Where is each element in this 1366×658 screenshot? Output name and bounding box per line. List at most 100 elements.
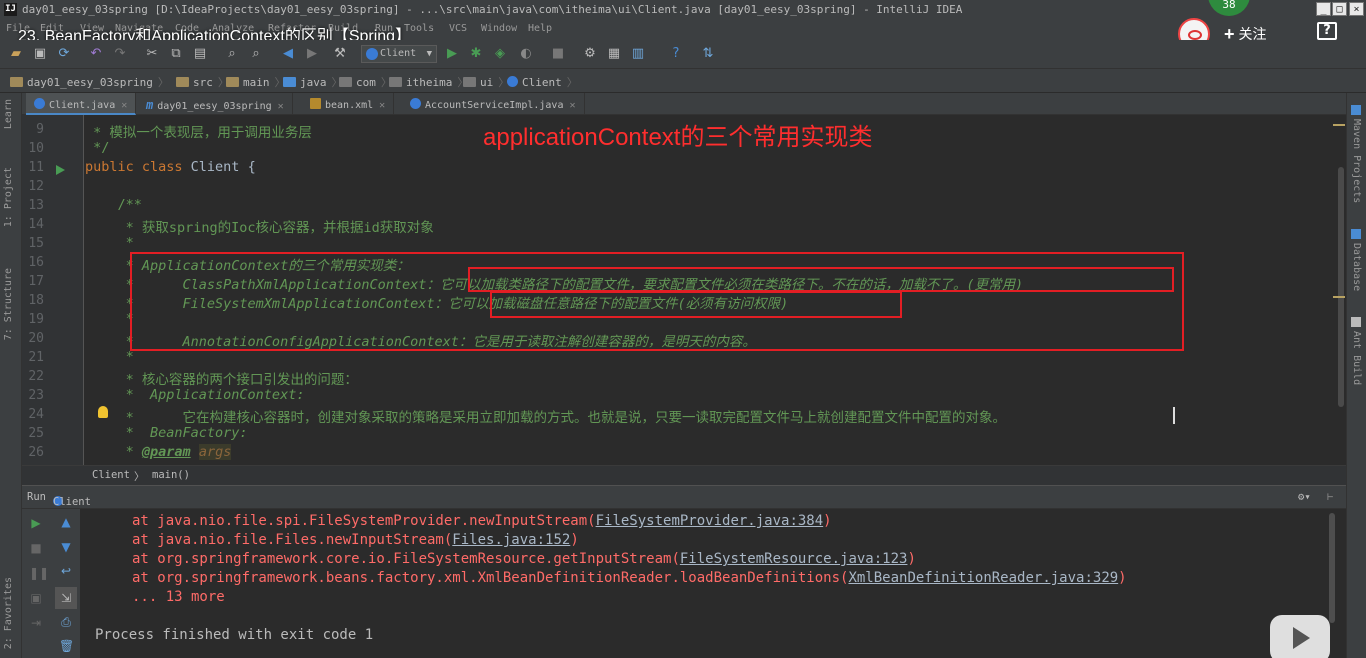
text-caret [1173,407,1175,424]
settings-icon[interactable]: ⚙▾ [1298,491,1311,503]
line-number: 9 [36,122,44,137]
folder-icon [226,77,239,87]
sdk-icon[interactable]: ▥ [630,46,646,62]
learn-tab[interactable]: Learn [3,99,14,129]
profile-icon[interactable]: ◐ [518,46,534,62]
line-number: 13 [28,198,44,213]
editor-scrollbar[interactable] [1336,115,1346,465]
breadcrumb-src[interactable]: src 〉 [176,74,229,90]
minimize-button[interactable]: _ [1316,2,1331,16]
scroll-to-end-icon[interactable]: ⇲ [55,587,77,609]
run-console[interactable]: at java.nio.file.spi.FileSystemProvider.… [80,509,1346,658]
stacktrace-link[interactable]: XmlBeanDefinitionReader.java:329 [848,570,1118,586]
editor-tabs: Client.java ✕ m day01_eesy_03spring ✕ bean.… [22,93,1346,115]
paste-icon[interactable]: ▤ [192,46,208,62]
structure-icon[interactable]: ▦ [606,46,622,62]
class-icon [507,76,518,87]
breadcrumb-main[interactable]: main 〉 [226,74,286,90]
close-icon[interactable]: ✕ [278,101,284,112]
stacktrace-link[interactable]: Files.java:152 [452,532,570,548]
build-icon[interactable]: ⚒ [332,46,348,62]
scrollbar-thumb[interactable] [1338,167,1344,407]
run-gutter-icon[interactable] [56,165,65,175]
close-icon[interactable]: ✕ [569,100,575,111]
tab-client-java[interactable]: Client.java ✕ [26,93,137,115]
debug-icon[interactable]: ✱ [468,46,484,62]
pause-icon[interactable]: ❚❚ [29,566,49,580]
code-line-10: */ [85,140,110,156]
breadcrumb-project[interactable]: day01_eesy_03spring 〉 [10,74,169,90]
down-arrow-icon[interactable]: ▼ [59,540,73,554]
stacktrace-line: at java.nio.file.spi.FileSystemProvider.… [132,513,832,529]
close-icon[interactable]: ✕ [121,100,127,111]
open-icon[interactable]: ▰ [8,46,24,62]
tab-account-service-impl[interactable]: AccountServiceImpl.java ✕ [402,93,585,115]
scrollbar-thumb[interactable] [1329,513,1335,623]
up-arrow-icon[interactable]: ▲ [59,515,73,529]
hide-icon[interactable]: ⊢ [1327,491,1333,503]
trash-icon[interactable]: 🗑 [59,639,74,653]
print-icon[interactable]: ⎙ [59,615,73,629]
forward-icon[interactable]: ▶ [304,46,320,62]
warning-marker[interactable] [1333,124,1345,126]
video-player-logo-icon [1270,615,1330,658]
annotation-text: applicationContext的三个常用实现类 [483,124,873,151]
lightbulb-icon[interactable] [98,406,108,418]
back-icon[interactable]: ◀ [280,46,296,62]
stacktrace-link[interactable]: FileSystemResource.java:123 [680,551,908,567]
stop-icon[interactable]: ■ [29,541,43,555]
tab-bean-xml[interactable]: bean.xml ✕ [302,93,395,115]
menu-help[interactable]: Help [528,23,552,34]
sync-icon[interactable]: ⟳ [56,46,72,62]
breadcrumb-ui[interactable]: ui 〉 [463,74,509,90]
exit-icon[interactable]: ⇥ [29,616,43,630]
redo-icon[interactable]: ↷ [112,46,128,62]
maven-projects-tab[interactable]: Maven Projects [1351,105,1362,203]
cut-icon[interactable]: ✂ [144,46,160,62]
settings-icon[interactable]: ⚙ [582,46,598,62]
package-icon [339,77,352,87]
favorites-tab[interactable]: 2: Favorites [3,577,14,649]
notification-badge[interactable]: 38 [1208,0,1250,16]
line-number: 10 [28,141,44,156]
run-icon[interactable]: ▶ [444,46,460,62]
breadcrumb-client[interactable]: Client 〉 [507,74,578,90]
code-crumb-class[interactable]: Client [92,469,130,481]
stop-icon[interactable]: ■ [550,46,566,62]
close-icon[interactable]: ✕ [379,100,385,111]
replace-icon[interactable]: ⌕ [248,46,264,62]
save-icon[interactable]: ▣ [32,46,48,62]
coverage-icon[interactable]: ◈ [492,46,508,62]
menu-window[interactable]: Window [481,23,517,34]
code-crumb-method[interactable]: main() [152,469,190,481]
find-icon[interactable]: ⌕ [224,46,240,62]
undo-icon[interactable]: ↶ [88,46,104,62]
folder-icon [10,77,23,87]
breadcrumb-com[interactable]: com 〉 [339,74,392,90]
vcs-icon[interactable]: ⇅ [700,46,716,62]
camera-icon[interactable]: ▣ [29,591,43,605]
wrap-icon[interactable]: ↩ [59,564,73,578]
rerun-icon[interactable]: ▶ [29,516,43,530]
copy-icon[interactable]: ⧉ [168,46,184,62]
tab-pom[interactable]: m day01_eesy_03spring ✕ [138,93,293,115]
highlight-box-filesystem [490,291,902,318]
javadoc-param-name: args [198,444,232,460]
breadcrumb-java[interactable]: java 〉 [283,74,343,90]
close-window-button[interactable]: × [1349,2,1364,16]
question-icon[interactable]: ? [1317,22,1337,40]
maximize-button[interactable]: □ [1332,2,1347,16]
breadcrumb-itheima[interactable]: itheima〉 [389,74,468,90]
structure-tab[interactable]: 7: Structure [3,268,14,340]
stacktrace-link[interactable]: FileSystemProvider.java:384 [596,513,824,529]
folder-icon [176,77,189,87]
warning-marker[interactable] [1333,296,1345,298]
code-class-decl: Client { [190,159,256,175]
database-tab[interactable]: Database [1351,229,1362,291]
ant-build-tab[interactable]: Ant Build [1351,317,1362,385]
project-tab[interactable]: 1: Project [3,167,14,227]
help-icon[interactable]: ? [668,46,684,62]
menu-vcs[interactable]: VCS [449,23,467,34]
run-config-select[interactable]: Client ▼ [361,45,437,63]
line-number: 24 [28,407,44,422]
